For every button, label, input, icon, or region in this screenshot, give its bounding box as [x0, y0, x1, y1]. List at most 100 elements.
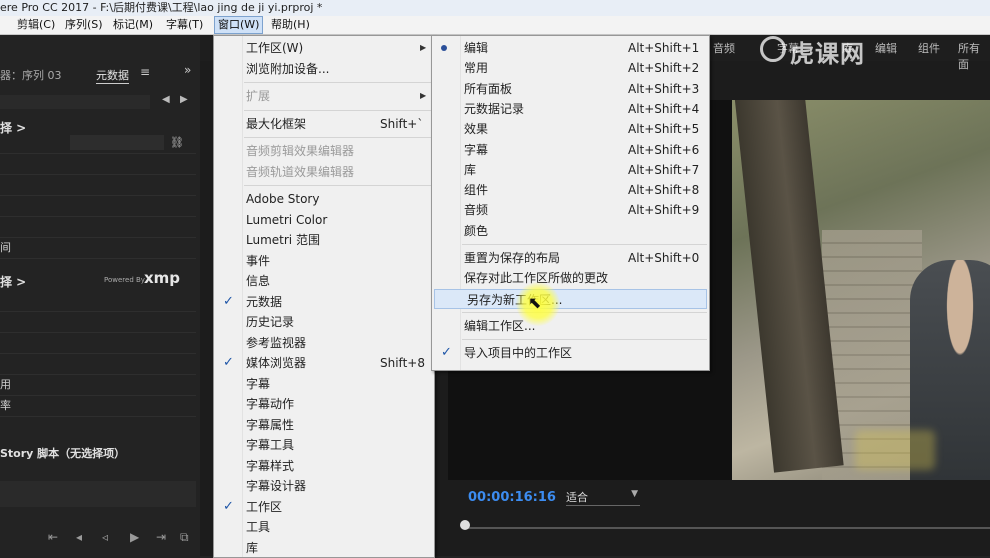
checkmark-icon: ✓ — [223, 498, 234, 514]
overwrite-icon[interactable]: ⧉ — [180, 530, 189, 545]
transport-controls: ⇤ ◂ ◃ ▶ ⇥ ⧉ — [0, 530, 200, 550]
window-menu-item[interactable]: 工具 — [214, 517, 434, 537]
playhead-knob[interactable] — [460, 520, 470, 530]
window-menu-item[interactable]: 字幕工具 — [214, 435, 434, 455]
playhead-timecode[interactable]: 00:00:16:16 — [468, 490, 556, 505]
tab-all-panels[interactable]: 所有面 — [958, 40, 990, 72]
story-script-header[interactable]: Story 脚本（无选择项） — [0, 445, 125, 461]
window-menu-item[interactable]: 事件 — [214, 251, 434, 271]
menu-clip[interactable]: 剪辑(C) — [14, 16, 58, 34]
section-file-header[interactable]: 择 > — [0, 273, 26, 290]
insert-icon[interactable]: ⇥ — [156, 530, 166, 544]
window-menu-item[interactable]: 库 — [214, 538, 434, 558]
window-menu-item[interactable]: 工作区(W) ▶ — [214, 38, 434, 58]
window-menu-item[interactable]: 字幕样式 — [214, 456, 434, 476]
window-menu-item-label: 字幕动作 — [246, 397, 295, 411]
workspace-menu-item[interactable]: 所有面板 Alt+Shift+3 — [432, 79, 709, 99]
workspace-menu-item[interactable]: ✓ 导入项目中的工作区 — [432, 343, 709, 363]
timeline-scrubber[interactable] — [458, 518, 990, 530]
metadata-row: ⛓ — [0, 133, 196, 154]
workspace-menu-item-label: 重置为保存的布局 — [464, 251, 561, 265]
workspace-menu-item[interactable]: 组件 Alt+Shift+8 — [432, 180, 709, 200]
workspace-menu-item[interactable]: 音频 Alt+Shift+9 — [432, 200, 709, 220]
tab-source-sequence[interactable]: 器：序列 03 — [0, 67, 62, 83]
window-menu-item-label: Lumetri Color — [246, 212, 328, 227]
menu-marker[interactable]: 标记(M) — [110, 16, 156, 34]
window-menu-item[interactable]: 信息 — [214, 271, 434, 291]
shortcut-label: Alt+Shift+2 — [628, 61, 700, 76]
unlink-icon[interactable]: ⛓ — [170, 133, 184, 153]
window-menu-item[interactable]: 最大化框架 Shift+` — [214, 114, 434, 134]
window-menu-item-label: 字幕 — [246, 376, 271, 391]
window-menu-item-label: 字幕属性 — [246, 417, 295, 432]
window-menu-item-label: 库 — [246, 540, 259, 555]
panel-overflow-icon[interactable]: » — [184, 63, 191, 77]
window-menu-item[interactable]: Adobe Story — [214, 189, 434, 209]
window-menu-item[interactable]: 字幕属性 — [214, 415, 434, 435]
workspace-menu-item[interactable]: 字幕 Alt+Shift+6 — [432, 140, 709, 160]
window-menu-item-label: 字幕工具 — [246, 438, 295, 452]
workspace-menu-item[interactable]: 库 Alt+Shift+7 — [432, 160, 709, 180]
menu-title[interactable]: 字幕(T) — [163, 16, 206, 34]
step-back-frame-icon[interactable]: ◃ — [102, 530, 108, 544]
workspace-menu-item[interactable]: 元数据记录 Alt+Shift+4 — [432, 99, 709, 119]
workspace-menu-item[interactable]: 重置为保存的布局 Alt+Shift+0 — [432, 248, 709, 268]
video-frame — [732, 100, 990, 480]
workspace-menu-item[interactable]: 另存为新工作区... — [434, 288, 707, 309]
window-menu-item[interactable]: ✓ 媒体浏览器 Shift+8 — [214, 353, 434, 373]
window-menu-item[interactable]: ✓ 工作区 — [214, 497, 434, 517]
metadata-row: 率 — [0, 396, 196, 417]
search-field[interactable] — [0, 95, 150, 109]
zoom-fit-select[interactable]: 适合 ▼ — [566, 489, 640, 506]
window-menu-item[interactable]: Lumetri Color — [214, 210, 434, 230]
go-to-in-icon[interactable]: ⇤ — [48, 530, 58, 544]
shortcut-label: Alt+Shift+6 — [628, 142, 700, 157]
submenu-arrow-icon: ▶ — [420, 91, 427, 100]
window-menu-item[interactable]: Lumetri 范围 — [214, 230, 434, 250]
scrubber-track — [466, 527, 990, 529]
workspace-menu-item[interactable]: 颜色 — [432, 221, 709, 241]
window-menu-item[interactable]: 历史记录 — [214, 312, 434, 332]
metadata-field[interactable] — [70, 135, 164, 150]
tab-audio[interactable]: 音频 — [713, 40, 735, 56]
workspace-menu-item[interactable]: 效果 Alt+Shift+5 — [432, 119, 709, 139]
window-menu-item[interactable]: 浏览附加设备... — [214, 59, 434, 79]
tab-assembly[interactable]: 组件 — [918, 40, 940, 56]
panel-menu-icon[interactable]: ≡ — [140, 65, 150, 79]
window-menu-item-label: 工作区(W) — [246, 41, 304, 55]
window-menu-item-label: Lumetri 范围 — [246, 233, 320, 247]
workspace-menu-item[interactable]: 编辑 Alt+Shift+1 — [432, 38, 709, 58]
metadata-row — [0, 291, 196, 312]
window-menu-item[interactable]: 字幕 — [214, 374, 434, 394]
workspace-menu-item[interactable]: 保存对此工作区所做的更改 — [432, 268, 709, 288]
step-back-icon[interactable]: ◂ — [76, 530, 82, 544]
window-menu-item-label: Adobe Story — [246, 192, 320, 206]
workspace-menu-item[interactable]: 常用 Alt+Shift+2 — [432, 58, 709, 78]
play-icon[interactable]: ▶ — [130, 530, 139, 544]
window-menu-item[interactable]: 参考监视器 — [214, 333, 434, 353]
metadata-row — [0, 217, 196, 238]
window-menu-item[interactable]: ✓ 元数据 — [214, 292, 434, 312]
menu-separator — [462, 339, 707, 341]
nav-back-icon[interactable]: ◀ — [162, 94, 170, 105]
metadata-row — [0, 312, 196, 333]
window-menu-item[interactable]: 字幕设计器 — [214, 476, 434, 496]
workspace-menu-item-label: 常用 — [464, 61, 489, 76]
tab-metadata[interactable]: 元数据 — [96, 67, 129, 84]
window-menu-item: 扩展 ▶ — [214, 86, 434, 106]
workspace-menu-item-label: 字幕 — [464, 142, 489, 157]
menu-window[interactable]: 窗口(W) — [214, 16, 264, 34]
nav-forward-icon[interactable]: ▶ — [180, 94, 188, 105]
menu-separator — [244, 185, 432, 186]
metadata-row — [0, 354, 196, 375]
powered-by-label: Powered By — [104, 276, 145, 284]
window-title-bar: ere Pro CC 2017 - F:\后期付费课\工程\lao jing d… — [0, 0, 990, 16]
workspace-submenu: 编辑 Alt+Shift+1 常用 Alt+Shift+2 所有面板 Alt+Shift+… — [431, 35, 710, 371]
window-menu-item[interactable]: 字幕动作 — [214, 394, 434, 414]
menu-help[interactable]: 帮助(H) — [268, 16, 313, 34]
workspace-menu-item[interactable]: 编辑工作区... — [432, 316, 709, 336]
workspace-menu-item-label: 组件 — [464, 183, 489, 198]
tab-edit[interactable]: 编辑 — [875, 40, 897, 56]
menu-sequence[interactable]: 序列(S) — [62, 16, 106, 34]
submenu-arrow-icon: ▶ — [420, 43, 427, 52]
